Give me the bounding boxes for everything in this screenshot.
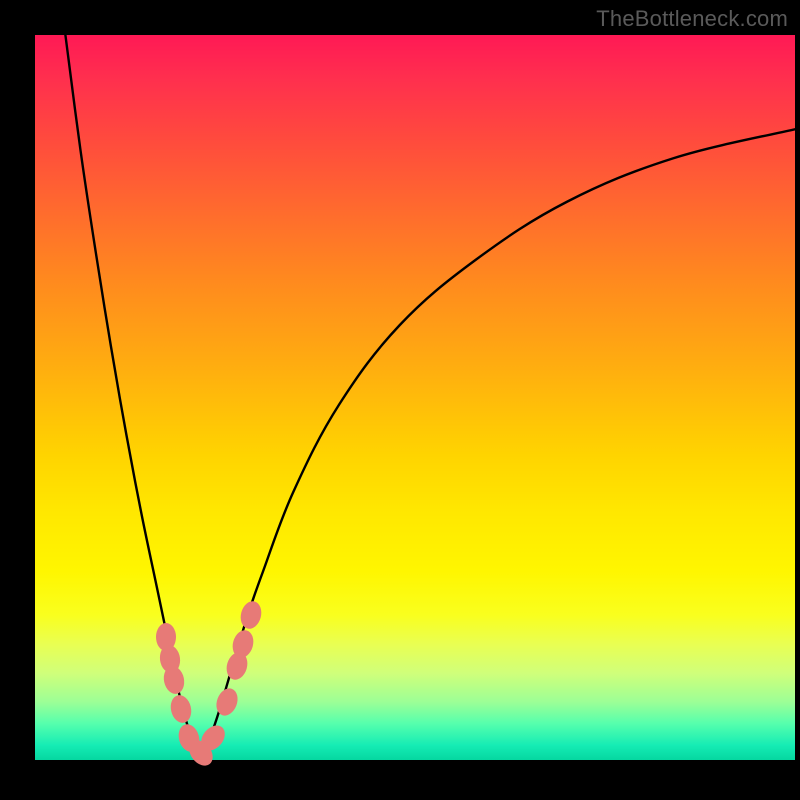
watermark-text: TheBottleneck.com: [596, 6, 788, 32]
curve-marker: [168, 693, 194, 725]
curve-marker: [238, 599, 264, 631]
chart-frame: TheBottleneck.com: [0, 0, 800, 800]
plot-area: [35, 35, 795, 760]
curve-marker: [161, 664, 186, 696]
curve-marker: [212, 685, 241, 718]
bottleneck-curve: [35, 35, 795, 760]
